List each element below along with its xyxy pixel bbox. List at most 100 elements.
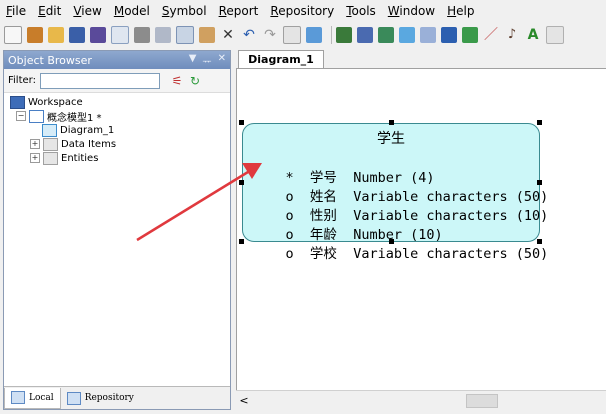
- selection-handle-left[interactable]: [239, 180, 244, 185]
- filter-input[interactable]: [39, 72, 160, 89]
- workspace-icon: [10, 95, 25, 109]
- horizontal-scrollbar[interactable]: <: [236, 390, 606, 409]
- model-icon: [29, 109, 44, 123]
- tab-local-label: Local: [29, 392, 54, 403]
- expand-icon[interactable]: +: [30, 153, 40, 163]
- dropdown-icon[interactable]: ▼: [189, 53, 197, 68]
- tree-label-diagram: Diagram_1: [60, 124, 115, 136]
- pointer-icon[interactable]: [336, 27, 352, 43]
- menu-view[interactable]: View: [67, 0, 107, 22]
- entity-attribute-row: * 学号 Number (4): [253, 150, 435, 186]
- menu-edit[interactable]: Edit: [32, 0, 67, 22]
- filter-label: Filter:: [8, 75, 36, 86]
- attribute-type: Variable characters (50): [353, 246, 549, 262]
- menu-bar: File Edit View Model Symbol Report Repos…: [0, 0, 606, 22]
- scroll-left-arrow[interactable]: <: [236, 394, 252, 407]
- properties-icon[interactable]: [283, 26, 301, 44]
- attribute-name: 学校: [309, 246, 337, 262]
- selection-handle-top-right[interactable]: [537, 120, 542, 125]
- toolbar: ✕ ↶ ↷ ／ ♪ A: [0, 22, 606, 48]
- check-model-icon[interactable]: [306, 27, 322, 43]
- filter-row: Filter: ⚟ ↻: [4, 69, 230, 93]
- diagram-icon[interactable]: ／: [483, 27, 499, 43]
- entity-attribute-row: o 性别 Variable characters (10): [253, 188, 549, 224]
- repository-icon: [66, 391, 81, 405]
- view-icon[interactable]: [399, 27, 415, 43]
- folder-icon: [43, 137, 58, 151]
- tree-node-diagram[interactable]: Diagram_1: [4, 123, 230, 137]
- tree-node-entities[interactable]: + Entities: [4, 151, 230, 165]
- tab-repository-label: Repository: [84, 393, 134, 403]
- procedure-icon[interactable]: [441, 27, 457, 43]
- selection-handle-bottom-right[interactable]: [537, 239, 542, 244]
- diagram-tab-strip: Diagram_1: [236, 50, 606, 68]
- collapse-icon[interactable]: −: [16, 111, 26, 121]
- tree-label-data-items: Data Items: [61, 138, 117, 150]
- reference-icon[interactable]: [420, 27, 436, 43]
- table-icon[interactable]: [378, 27, 394, 43]
- pin-icon[interactable]: ᅲ: [202, 53, 211, 68]
- open-model-icon[interactable]: [27, 27, 43, 43]
- toolbar-separator: [331, 26, 332, 44]
- selection-handle-top[interactable]: [389, 120, 394, 125]
- selection-handle-bottom-left[interactable]: [239, 239, 244, 244]
- text-icon[interactable]: A: [525, 27, 541, 43]
- tree-label-model: 概念模型1 *: [47, 112, 102, 124]
- scrollbar-thumb[interactable]: [466, 394, 498, 408]
- local-icon: [11, 391, 25, 404]
- selection-handle-top-left[interactable]: [239, 120, 244, 125]
- expand-icon[interactable]: +: [30, 139, 40, 149]
- extra-icon[interactable]: [546, 26, 564, 44]
- close-icon[interactable]: ✕: [218, 53, 226, 68]
- menu-report[interactable]: Report: [213, 0, 265, 22]
- menu-symbol[interactable]: Symbol: [156, 0, 213, 22]
- attribute-marker: o: [285, 246, 294, 262]
- grid-icon[interactable]: [357, 27, 373, 43]
- selection-handle-right[interactable]: [537, 180, 542, 185]
- tab-diagram-1[interactable]: Diagram_1: [238, 50, 324, 68]
- cut-icon[interactable]: [155, 27, 171, 43]
- tree-node-data-items[interactable]: + Data Items: [4, 137, 230, 151]
- entity-name: 学生: [377, 131, 405, 147]
- object-browser-tabs: Local Repository: [4, 386, 230, 409]
- menu-tools[interactable]: Tools: [340, 0, 382, 22]
- menu-help[interactable]: Help: [441, 0, 480, 22]
- menu-file[interactable]: File: [0, 0, 32, 22]
- object-browser-titlebar: Object Browser ▼ ᅲ ✕: [4, 51, 230, 69]
- package-icon[interactable]: [462, 27, 478, 43]
- print-icon[interactable]: [134, 27, 150, 43]
- menu-window[interactable]: Window: [382, 0, 441, 22]
- clear-filter-icon[interactable]: ⚟: [170, 74, 184, 88]
- object-tree: Workspace − 概念模型1 * Diagram_1 + Data Ite…: [4, 93, 230, 165]
- tree-label-entities: Entities: [61, 152, 99, 164]
- delete-icon[interactable]: ✕: [220, 27, 236, 43]
- folder-icon: [43, 151, 58, 165]
- paste-icon[interactable]: [199, 27, 215, 43]
- entity-symbol[interactable]: 学生 * 学号 Number (4) o 姓名 Variable charact…: [242, 123, 548, 262]
- print-preview-icon[interactable]: [111, 26, 129, 44]
- entity-attribute-row: o 学校 Variable characters (50): [253, 226, 549, 262]
- save-all-icon[interactable]: [90, 27, 106, 43]
- object-browser-panel: Object Browser ▼ ᅲ ✕ Filter: ⚟ ↻ Workspa…: [3, 50, 231, 410]
- entity-attribute-row: o 年龄 Number (10): [253, 207, 443, 243]
- tab-repository[interactable]: Repository: [61, 388, 140, 408]
- tree-node-workspace[interactable]: Workspace: [4, 95, 230, 109]
- menu-model[interactable]: Model: [108, 0, 156, 22]
- link-icon[interactable]: ♪: [504, 27, 520, 43]
- copy-icon[interactable]: [176, 26, 194, 44]
- refresh-icon[interactable]: ↻: [188, 74, 202, 88]
- undo-icon[interactable]: ↶: [241, 27, 257, 43]
- tab-local[interactable]: Local: [4, 387, 61, 409]
- tree-node-model[interactable]: − 概念模型1 *: [4, 109, 230, 124]
- new-icon[interactable]: [4, 26, 22, 44]
- save-icon[interactable]: [69, 27, 85, 43]
- diagram-icon: [42, 123, 57, 137]
- tree-label-workspace: Workspace: [28, 96, 83, 108]
- menu-repository[interactable]: Repository: [264, 0, 340, 22]
- tab-diagram-1-label: Diagram_1: [248, 53, 314, 66]
- open-folder-icon[interactable]: [48, 27, 64, 43]
- selection-handle-bottom[interactable]: [389, 239, 394, 244]
- entity-attribute-row: o 姓名 Variable characters (50): [253, 169, 549, 205]
- redo-icon[interactable]: ↷: [262, 27, 278, 43]
- object-browser-title: Object Browser: [8, 53, 92, 67]
